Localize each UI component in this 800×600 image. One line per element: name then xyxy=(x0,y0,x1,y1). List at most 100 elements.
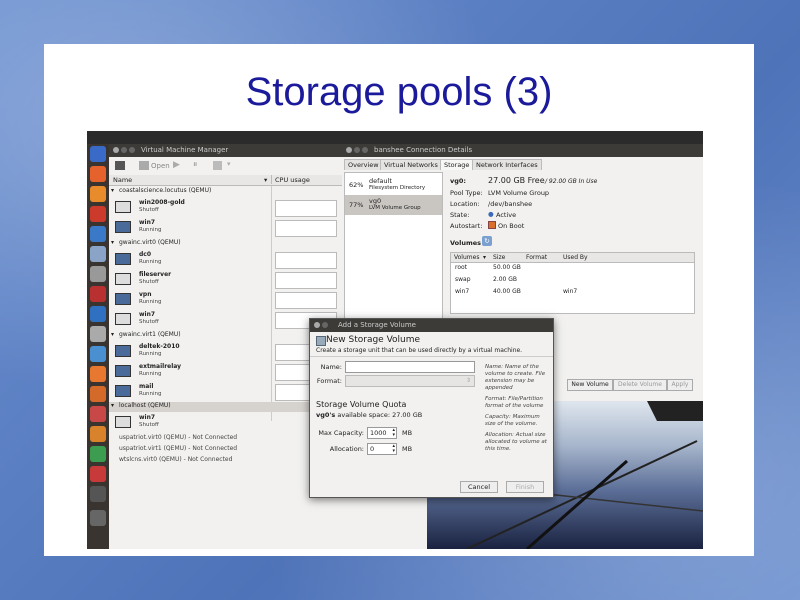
vm-icon xyxy=(115,416,131,428)
stepper-icon[interactable]: ▴ ▾ xyxy=(392,428,395,438)
allocation-input[interactable]: 0 ▴ ▾ xyxy=(367,443,397,455)
minimize-icon[interactable] xyxy=(354,147,360,153)
pool-item[interactable]: 62% default Filesystem Directory xyxy=(345,175,442,195)
unity-launcher xyxy=(87,144,109,549)
firefox-icon[interactable] xyxy=(90,186,106,202)
calc-icon[interactable] xyxy=(90,326,106,342)
cpu-graph xyxy=(275,292,337,309)
delete-volume-button[interactable]: Delete Volume xyxy=(613,379,667,391)
new-volume-button[interactable]: New Volume xyxy=(567,379,613,391)
capacity-input[interactable]: 1000 ▴ ▾ xyxy=(367,427,397,439)
pool-item[interactable]: 77% vg0 LVM Volume Group xyxy=(345,195,442,215)
disconnected-host[interactable]: uspatriot.virt1 (QEMU) - Not Connected xyxy=(109,445,342,455)
details-titlebar[interactable]: banshee Connection Details xyxy=(342,144,703,157)
close-icon[interactable] xyxy=(314,322,320,328)
cancel-button[interactable]: Cancel xyxy=(460,481,498,493)
vm-row[interactable]: win7 Running xyxy=(109,218,342,238)
vm-row[interactable]: win7 Shutoff xyxy=(109,310,342,330)
vm-row[interactable]: deltek-2010 Running xyxy=(109,342,342,362)
disconnected-host[interactable]: wtslcns.virt0 (QEMU) - Not Connected xyxy=(109,456,342,466)
expander-icon[interactable]: ▾ xyxy=(111,187,114,194)
chevron-down-icon[interactable]: ▾ xyxy=(227,160,231,168)
vm-row[interactable]: mail Running xyxy=(109,382,342,402)
vmm-toolbar: Open ▶ ⏸ ▾ xyxy=(109,157,342,176)
vm-row[interactable]: win2008-gold Shutoff xyxy=(109,198,342,218)
chrome-icon[interactable] xyxy=(90,206,106,222)
refresh-icon[interactable]: ↻ xyxy=(482,236,492,246)
tab-overview[interactable]: Overview xyxy=(344,159,383,170)
host-row[interactable]: ▾ gwainc.virt0 (QEMU) xyxy=(109,239,342,249)
dash-icon[interactable] xyxy=(90,146,106,162)
open-button[interactable]: Open xyxy=(151,162,170,170)
sort-chevron-icon: ▾ xyxy=(264,176,268,184)
terminal-icon[interactable] xyxy=(90,266,106,282)
apply-button[interactable]: Apply xyxy=(667,379,693,391)
app4-icon[interactable] xyxy=(90,446,106,462)
app2-icon[interactable] xyxy=(90,406,106,422)
new-vm-icon[interactable] xyxy=(115,161,125,170)
dialog-titlebar[interactable]: Add a Storage Volume xyxy=(310,319,553,332)
dialog-title: Add a Storage Volume xyxy=(338,321,416,329)
stepper-icon[interactable]: ▴ ▾ xyxy=(392,444,395,454)
expander-icon[interactable]: ▾ xyxy=(111,402,114,409)
software-center-icon[interactable] xyxy=(90,366,106,382)
vm-row[interactable]: vpn Running xyxy=(109,290,342,310)
screenshot: Virtual Machine Manager Open ▶ ⏸ ▾ Name … xyxy=(87,131,703,549)
disconnected-host[interactable]: uspatriot.virt0 (QEMU) - Not Connected xyxy=(109,434,342,444)
tab-virtual-networks[interactable]: Virtual Networks xyxy=(380,159,442,170)
close-icon[interactable] xyxy=(113,147,119,153)
vm-row[interactable]: extmailrelay Running xyxy=(109,362,342,382)
vmm-titlebar[interactable]: Virtual Machine Manager xyxy=(109,144,342,157)
host-row[interactable]: ▾ localhost (QEMU) xyxy=(109,402,342,412)
available-space: vg0's available space: 27.00 GB xyxy=(316,411,423,419)
workspace-icon[interactable] xyxy=(90,486,106,502)
table-row[interactable]: root 50.00 GB xyxy=(451,264,694,274)
trash-icon[interactable] xyxy=(90,510,106,526)
skype-icon[interactable] xyxy=(90,226,106,242)
vm-icon xyxy=(115,365,131,377)
vmm-title: Virtual Machine Manager xyxy=(141,146,229,154)
finish-button[interactable]: Finish xyxy=(506,481,544,493)
cpu-graph xyxy=(275,252,337,269)
rdp-icon[interactable] xyxy=(90,346,106,362)
host-row[interactable]: ▾ gwainc.virt1 (QEMU) xyxy=(109,331,342,341)
vm-icon xyxy=(115,293,131,305)
document-icon[interactable] xyxy=(90,386,106,402)
maximize-icon[interactable] xyxy=(362,147,368,153)
app5-icon[interactable] xyxy=(90,466,106,482)
tab-network-interfaces[interactable]: Network Interfaces xyxy=(472,159,542,170)
vm-row[interactable]: win7 Shutoff xyxy=(109,413,342,433)
pool-free: 27.00 GB Free xyxy=(488,176,545,185)
vm-row[interactable]: dc0 Running xyxy=(109,250,342,270)
app-icon[interactable] xyxy=(90,286,106,302)
maximize-icon[interactable] xyxy=(129,147,135,153)
minimize-icon[interactable] xyxy=(121,147,127,153)
app3-icon[interactable] xyxy=(90,426,106,442)
vmm-icon[interactable] xyxy=(90,246,106,262)
expander-icon[interactable]: ▾ xyxy=(111,239,114,246)
pidgin-icon[interactable] xyxy=(90,306,106,322)
vmm-window: Virtual Machine Manager Open ▶ ⏸ ▾ Name … xyxy=(109,144,342,549)
vm-icon xyxy=(115,253,131,265)
col-name[interactable]: Name xyxy=(113,176,132,184)
vm-row[interactable]: fileserver Shutoff xyxy=(109,270,342,290)
minimize-icon[interactable] xyxy=(322,322,328,328)
pause-icon[interactable]: ⏸ xyxy=(193,160,198,170)
name-input[interactable] xyxy=(345,361,475,373)
table-row[interactable]: win7 40.00 GB win7 xyxy=(451,288,694,298)
run-icon[interactable]: ▶ xyxy=(173,160,180,170)
host-row[interactable]: ▾ coastalscience.locutus (QEMU) xyxy=(109,187,342,197)
autostart-checkbox[interactable] xyxy=(488,221,496,229)
details-title: banshee Connection Details xyxy=(374,146,473,154)
files-icon[interactable] xyxy=(90,166,106,182)
vm-icon xyxy=(115,221,131,233)
close-icon[interactable] xyxy=(346,147,352,153)
monitor-icon[interactable] xyxy=(139,161,149,170)
table-row[interactable]: swap 2.00 GB xyxy=(451,276,694,286)
stop-icon[interactable] xyxy=(213,161,222,170)
vm-icon xyxy=(115,201,131,213)
tab-storage[interactable]: Storage xyxy=(440,159,474,170)
col-cpu[interactable]: CPU usage xyxy=(275,176,310,184)
expander-icon[interactable]: ▾ xyxy=(111,331,114,338)
format-select[interactable]: ⇕ xyxy=(345,375,475,387)
